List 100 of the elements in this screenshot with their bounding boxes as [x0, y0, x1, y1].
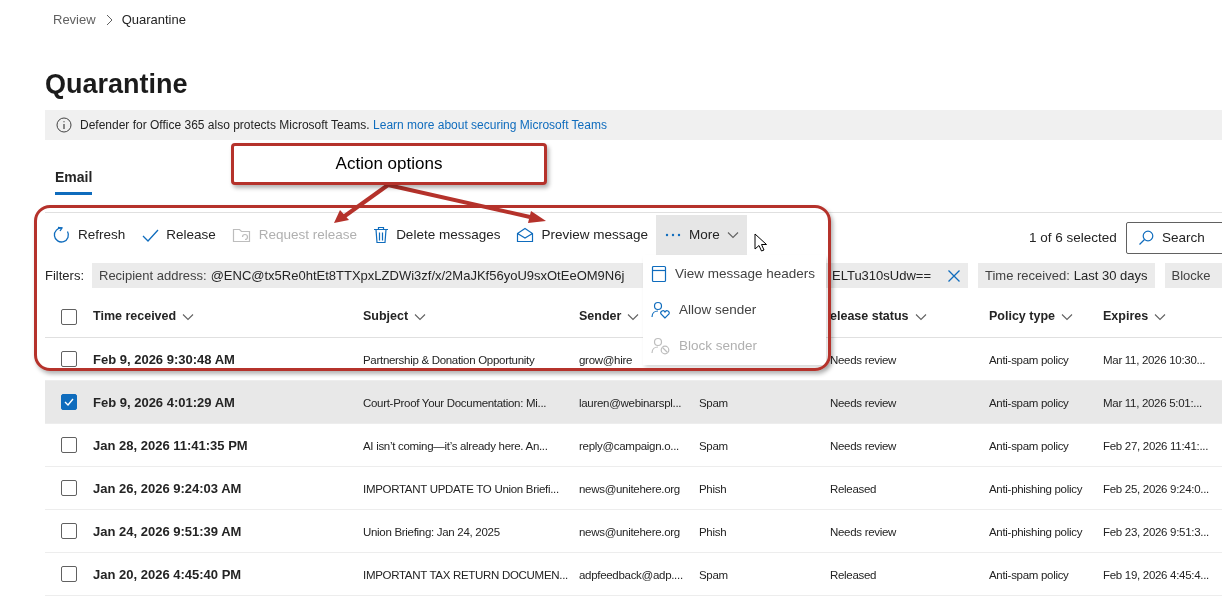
table-cell: adpfeedback@adp....	[579, 569, 683, 581]
table-cell: Anti-phishing policy	[989, 526, 1083, 538]
column-header[interactable]: elease status	[830, 307, 909, 326]
envelope-icon	[516, 227, 535, 243]
email-tab[interactable]: Email	[55, 162, 93, 195]
filter-chip[interactable]: Time received: Last 30 days	[978, 263, 1155, 288]
chevron-down-icon	[726, 231, 739, 239]
table-cell: Released	[830, 483, 877, 495]
info-message: Defender for Office 365 also protects Microsoft Teams. Learn more about securing Microsoft Teams	[80, 117, 607, 134]
table-cell: IMPORTANT TAX RETURN DOCUMEN...	[363, 569, 568, 581]
table-cell: Union Briefing: Jan 24, 2025	[363, 526, 500, 538]
table-cell: Needs review	[830, 354, 897, 366]
table-cell: Feb 9, 2026 9:30:48 AM	[93, 352, 235, 367]
checkbox[interactable]	[61, 523, 77, 539]
column-header[interactable]: Subject	[363, 307, 409, 326]
table-cell: Jan 20, 2026 4:45:40 PM	[93, 567, 242, 582]
toolbar-button[interactable]: More	[656, 215, 747, 255]
table-cell: Spam	[699, 569, 728, 581]
more-icon	[664, 232, 682, 238]
chevron-down-icon	[1061, 312, 1073, 321]
cursor-icon	[754, 233, 768, 253]
table-cell: Jan 28, 2026 11:41:35 PM	[93, 438, 248, 453]
filter-name: Recipient address:	[99, 266, 207, 285]
chevron-right-icon	[104, 13, 113, 26]
page-title: Quarantine	[45, 68, 188, 101]
checkbox[interactable]	[61, 351, 77, 367]
toolbar-button[interactable]: Delete messages	[365, 215, 509, 255]
search-icon	[1138, 230, 1154, 246]
table-cell: Jan 26, 2026 9:24:03 AM	[93, 481, 242, 496]
table-cell: Feb 19, 2026 4:45:4...	[1103, 569, 1209, 581]
table-cell: Needs review	[830, 526, 897, 538]
document-icon	[651, 265, 667, 283]
column-header[interactable]: Time received	[93, 307, 177, 326]
toolbar-button[interactable]: Release	[133, 215, 224, 255]
checkbox[interactable]	[61, 480, 77, 496]
table-cell: Anti-spam policy	[989, 397, 1069, 409]
close-icon	[947, 268, 961, 283]
search-button[interactable]: Search	[1126, 222, 1222, 254]
selection-count: 1 of 6 selected	[1029, 229, 1117, 247]
filter-chip[interactable]: Blocke	[1164, 263, 1222, 288]
table-cell: Needs review	[830, 440, 897, 452]
table-cell: Phish	[699, 526, 727, 538]
column-header[interactable]: Expires	[1103, 307, 1149, 326]
table-cell: Needs review	[830, 397, 897, 409]
table-cell: Phish	[699, 483, 727, 495]
table-cell: Anti-phishing policy	[989, 483, 1083, 495]
person-heart-icon	[651, 301, 671, 319]
table-cell: Spam	[699, 397, 728, 409]
table-cell: Anti-spam policy	[989, 354, 1069, 366]
table-cell: Anti-spam policy	[989, 440, 1069, 452]
table-row[interactable]: Feb 9, 2026 4:01:29 AM Court-Proof Your Documentation: Mi... lauren@webinarspl... Spam Needs review Anti-spam policy Mar 11, 2026 5:01:...	[45, 381, 1222, 424]
checkmark-icon	[64, 398, 74, 406]
table-cell: Feb 27, 2026 11:41:...	[1103, 440, 1209, 452]
refresh-icon	[53, 226, 71, 244]
filter-name: Blocke	[1171, 266, 1211, 285]
table-cell: Feb 9, 2026 4:01:29 AM	[93, 395, 235, 410]
trash-icon	[373, 226, 390, 244]
folder-icon	[231, 226, 252, 244]
callout-label: Action options	[231, 143, 547, 185]
chevron-down-icon	[1154, 312, 1167, 321]
table-cell: Anti-spam policy	[989, 569, 1069, 581]
breadcrumb-link[interactable]: Review	[53, 10, 96, 30]
table-cell: AI isn’t coming—it’s already here. An...	[363, 440, 548, 452]
table-cell: IMPORTANT UPDATE TO Union Briefi...	[363, 483, 559, 495]
filter-value: @ENC@tx5Re0htEt8TTXpxLZDWi3zf/x/2MaJKf56yoU9sxOtEeOM9N6j	[210, 266, 625, 285]
chevron-down-icon	[914, 312, 927, 321]
checkbox[interactable]	[61, 566, 77, 582]
filters-label: Filters:	[45, 266, 84, 285]
person-blocked-icon	[651, 337, 671, 355]
table-cell: Mar 11, 2026 5:01:...	[1103, 397, 1202, 409]
checkbox[interactable]	[61, 437, 77, 453]
table-cell: Court-Proof Your Documentation: Mi...	[363, 397, 547, 409]
table-cell: news@unitehere.org	[579, 526, 680, 538]
column-header[interactable]: Policy type	[989, 307, 1055, 326]
table-cell: Feb 23, 2026 9:51:3...	[1103, 526, 1209, 538]
table-cell: Mar 11, 2026 10:30...	[1103, 354, 1206, 366]
info-icon	[56, 117, 72, 133]
filter-value: ELTu310sUdw==	[832, 266, 931, 285]
checkbox[interactable]	[61, 394, 77, 410]
table-cell: grow@hire	[579, 354, 633, 366]
info-link[interactable]: Learn more about securing Microsoft Teams	[373, 118, 607, 132]
table-cell: lauren@webinarspl...	[579, 397, 682, 409]
column-header[interactable]: Sender	[579, 307, 622, 326]
table-cell: Partnership & Donation Opportunity	[363, 354, 535, 366]
filter-value: Last 30 days	[1073, 266, 1148, 285]
table-cell: reply@campaign.o...	[579, 440, 679, 452]
menu-item[interactable]: Allow sender	[643, 292, 826, 328]
table-cell: Spam	[699, 440, 728, 452]
table-cell: Jan 24, 2026 9:51:39 AM	[93, 524, 242, 539]
checkbox[interactable]	[61, 308, 77, 325]
chevron-down-icon	[414, 312, 427, 321]
table-cell: Feb 25, 2026 9:24:0...	[1103, 483, 1209, 495]
table-cell: Released	[830, 569, 877, 581]
table-cell: news@unitehere.org	[579, 483, 680, 495]
filter-name: Time received:	[985, 266, 1070, 285]
breadcrumb-link[interactable]: Quarantine	[121, 10, 186, 30]
chevron-down-icon	[627, 312, 640, 321]
chevron-down-icon	[182, 312, 195, 321]
toolbar-button[interactable]: Refresh	[45, 215, 134, 255]
toolbar-button[interactable]: Preview message	[508, 215, 656, 255]
